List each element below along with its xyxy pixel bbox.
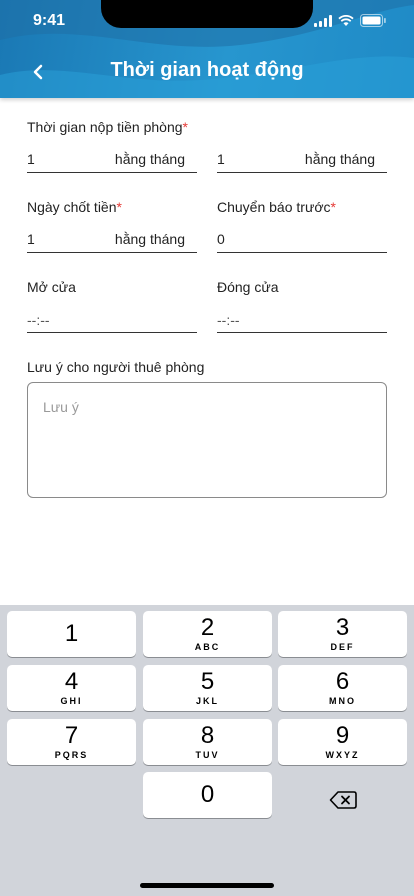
key-digit: 8 bbox=[200, 722, 215, 749]
status-time: 9:41 bbox=[33, 12, 66, 29]
delete-key[interactable] bbox=[278, 777, 407, 823]
key-letters: DEF bbox=[330, 642, 355, 652]
payment-time-from-suffix: hằng tháng bbox=[114, 151, 185, 167]
key-2[interactable]: 2 ABC bbox=[143, 611, 272, 657]
key-6[interactable]: 6 MNO bbox=[278, 665, 407, 711]
close-time-label: Đóng cửa bbox=[217, 279, 279, 295]
notice-value: 0 bbox=[217, 231, 225, 247]
status-icons bbox=[314, 14, 386, 27]
closing-day-suffix: hằng tháng bbox=[114, 231, 185, 247]
device-notch bbox=[101, 0, 313, 28]
key-letters: PQRS bbox=[54, 750, 89, 760]
key-digit: 2 bbox=[200, 614, 215, 641]
key-digit: 6 bbox=[335, 668, 350, 695]
note-placeholder: Lưu ý bbox=[43, 399, 79, 415]
home-indicator bbox=[140, 883, 274, 888]
signal-icon bbox=[314, 14, 332, 27]
key-digit: 9 bbox=[335, 722, 350, 749]
notice-field[interactable]: 0 bbox=[217, 229, 387, 253]
key-letters: ABC bbox=[194, 642, 221, 652]
key-5[interactable]: 5 JKL bbox=[143, 665, 272, 711]
app-header: 9:41 Thời gian hoạt động bbox=[0, 0, 414, 98]
battery-icon bbox=[360, 14, 386, 27]
note-label: Lưu ý cho người thuê phòng bbox=[27, 359, 205, 375]
wifi-icon bbox=[338, 14, 354, 26]
key-letters: WXYZ bbox=[325, 750, 360, 760]
key-digit: 1 bbox=[64, 620, 79, 647]
page-title: Thời gian hoạt động bbox=[110, 59, 304, 81]
key-digit: 7 bbox=[64, 722, 79, 749]
open-time-value: --:-- bbox=[27, 312, 50, 328]
key-4[interactable]: 4 GHI bbox=[7, 665, 136, 711]
closing-day-label: Ngày chốt tiền* bbox=[27, 199, 122, 215]
key-1[interactable]: 1 bbox=[7, 611, 136, 657]
closing-day-value: 1 bbox=[27, 231, 35, 247]
key-letters: MNO bbox=[329, 696, 356, 706]
notice-label-text: Chuyển báo trước bbox=[217, 199, 331, 215]
closing-day-field[interactable]: 1 hằng tháng bbox=[27, 229, 197, 253]
key-letters: JKL bbox=[195, 696, 219, 706]
required-mark: * bbox=[330, 199, 336, 215]
payment-time-from-field[interactable]: 1 hằng tháng bbox=[27, 149, 197, 173]
numeric-keyboard: 1 2 ABC 3 DEF 4 GHI 5 JKL 6 MNO 7 PQRS 8… bbox=[0, 605, 414, 896]
key-9[interactable]: 9 WXYZ bbox=[278, 719, 407, 765]
note-textarea[interactable]: Lưu ý bbox=[27, 382, 387, 498]
key-digit: 3 bbox=[335, 614, 350, 641]
key-digit: 0 bbox=[200, 781, 215, 808]
payment-time-to-value: 1 bbox=[217, 151, 225, 167]
open-time-field[interactable]: --:-- bbox=[27, 309, 197, 333]
required-mark: * bbox=[182, 119, 188, 135]
key-0[interactable]: 0 bbox=[143, 772, 272, 818]
key-digit: 5 bbox=[200, 668, 215, 695]
close-time-field[interactable]: --:-- bbox=[217, 309, 387, 333]
close-time-value: --:-- bbox=[217, 312, 240, 328]
notice-label: Chuyển báo trước* bbox=[217, 199, 336, 215]
payment-time-to-field[interactable]: 1 hằng tháng bbox=[217, 149, 387, 173]
open-time-label: Mở cửa bbox=[27, 279, 76, 295]
key-letters: GHI bbox=[60, 696, 83, 706]
key-digit: 4 bbox=[64, 668, 79, 695]
key-7[interactable]: 7 PQRS bbox=[7, 719, 136, 765]
key-8[interactable]: 8 TUV bbox=[143, 719, 272, 765]
backspace-icon bbox=[329, 791, 357, 809]
closing-day-label-text: Ngày chốt tiền bbox=[27, 199, 117, 215]
required-mark: * bbox=[116, 199, 122, 215]
payment-time-label-text: Thời gian nộp tiền phòng bbox=[27, 119, 183, 135]
payment-time-label: Thời gian nộp tiền phòng* bbox=[27, 119, 188, 135]
payment-time-from-value: 1 bbox=[27, 151, 35, 167]
key-3[interactable]: 3 DEF bbox=[278, 611, 407, 657]
payment-time-to-suffix: hằng tháng bbox=[304, 151, 375, 167]
key-letters: TUV bbox=[195, 750, 220, 760]
